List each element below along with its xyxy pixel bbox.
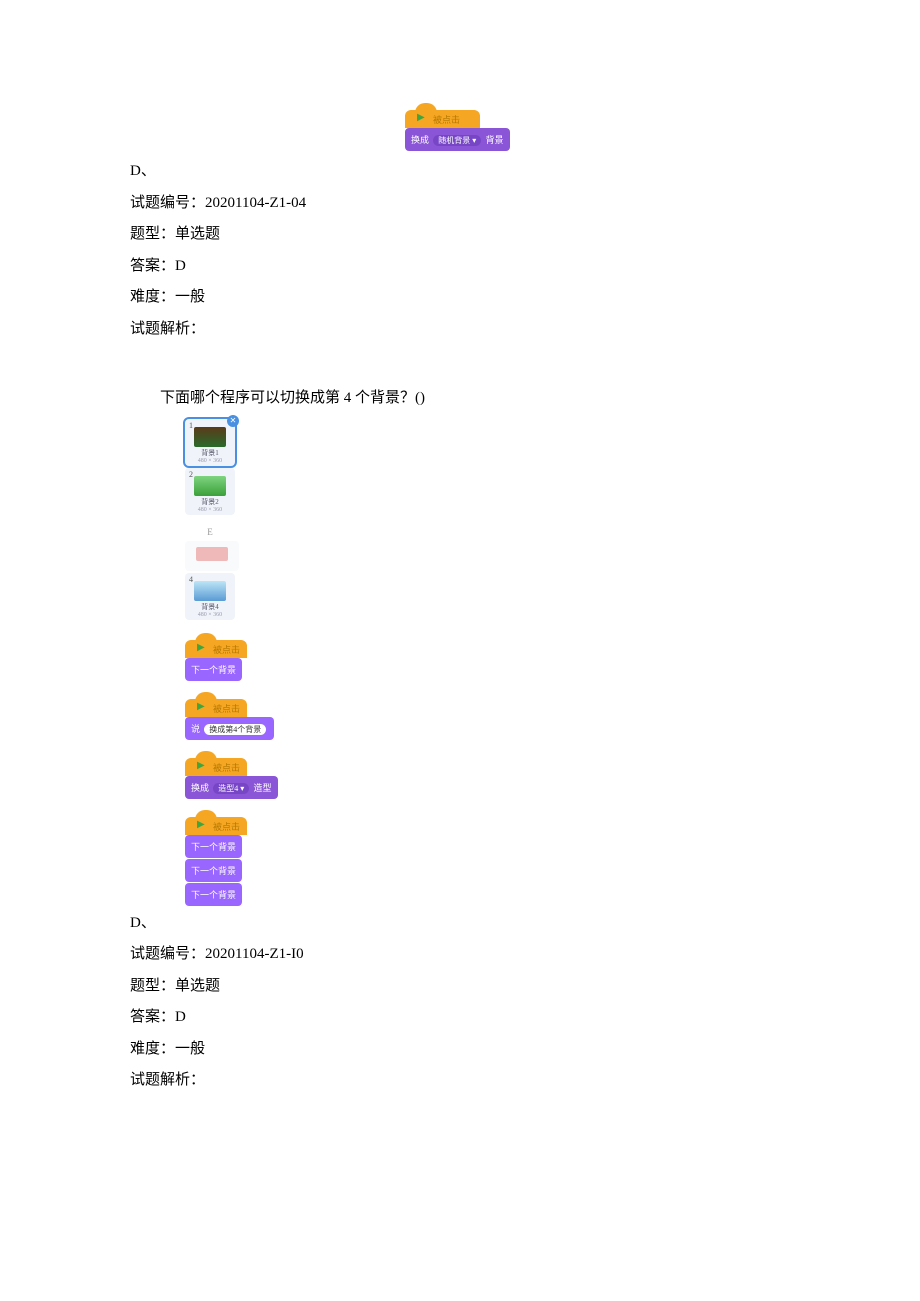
thumb-number: 2 — [189, 470, 193, 479]
green-flag-icon: ▶ — [417, 112, 425, 123]
scratch-looks-block: 换成 随机背景 ▾ 背景 — [405, 128, 510, 151]
q2-option-d-image: ▶ 被点击 下一个背景 下一个背景 下一个背景 — [185, 817, 790, 906]
value: 单选题 — [175, 226, 220, 242]
scratch-say-block: 说 换成第4个背景 — [185, 717, 274, 740]
q2-backdrop-list-image: 1 ✕ 背景1 480 × 360 2 背景2 480 × 360 — [185, 419, 790, 517]
q1-option-d-image: ▶ 被点击 换成 随机背景 ▾ 背景 — [405, 110, 790, 151]
thumb-label: 背景1 — [187, 448, 233, 458]
label: 试题解析： — [130, 321, 205, 337]
block-suffix: 造型 — [254, 783, 272, 793]
thumb-label: 背景4 — [187, 602, 233, 612]
q2-answer: 答案：D — [130, 1002, 790, 1034]
hat-text: 被点击 — [213, 643, 240, 656]
label: 题型： — [130, 978, 175, 994]
q1-answer: 答案：D — [130, 251, 790, 283]
label: 试题编号： — [130, 946, 205, 962]
backdrop-thumb-2: 2 背景2 480 × 360 — [185, 468, 235, 515]
backdrop-thumb-4: 4 背景4 480 × 360 — [185, 573, 235, 620]
label: 难度： — [130, 289, 175, 305]
q1-id: 试题编号：20201104-Z1-04 — [130, 188, 790, 220]
document-page: ▶ 被点击 换成 随机背景 ▾ 背景 D、 试题编号：20201104-Z1-0… — [0, 0, 920, 1157]
value: 单选题 — [175, 978, 220, 994]
q2-backdrop-list-image-2: E 4 背景4 480 × 360 — [185, 527, 790, 622]
q2-question-text: 下面哪个程序可以切换成第 4 个背景？() — [160, 383, 790, 415]
backdrop-thumb-1: 1 ✕ 背景1 480 × 360 — [185, 419, 235, 466]
scratch-hat-block: ▶ 被点击 — [185, 699, 247, 717]
q2-option-c-image: ▶ 被点击 换成 造型4 ▾ 造型 — [185, 758, 790, 799]
scratch-next-backdrop-block: 下一个背景 — [185, 859, 242, 882]
q1-option-d-label: D、 — [130, 156, 790, 188]
scratch-hat-block: ▶ 被点击 — [185, 817, 247, 835]
value: 20201104-Z1-04 — [205, 195, 306, 211]
hat-text: 被点击 — [213, 820, 240, 833]
block-suffix: 背景 — [486, 135, 504, 145]
hat-text: 被点击 — [213, 761, 240, 774]
thumb-size: 480 × 360 — [187, 612, 233, 618]
thumb-size: 480 × 360 — [187, 458, 233, 464]
block-prefix: 换成 — [191, 783, 209, 793]
block-dropdown: 随机背景 ▾ — [433, 135, 481, 146]
label: 试题编号： — [130, 195, 205, 211]
q1-difficulty: 难度：一般 — [130, 282, 790, 314]
q2-type: 题型：单选题 — [130, 971, 790, 1003]
block-input: 换成第4个背景 — [204, 724, 266, 735]
block-dropdown: 造型4 ▾ — [213, 783, 249, 794]
label: 答案： — [130, 1009, 175, 1025]
thumb-label: 背景2 — [187, 497, 233, 507]
block-prefix: 说 — [191, 724, 200, 734]
q2-id: 试题编号：20201104-Z1-I0 — [130, 939, 790, 971]
label: 题型： — [130, 226, 175, 242]
thumb-size: 480 × 360 — [187, 507, 233, 513]
q1-analysis: 试题解析： — [130, 314, 790, 346]
col-header: E — [185, 527, 235, 537]
green-flag-icon: ▶ — [197, 701, 205, 712]
thumb-number: 1 — [189, 421, 193, 430]
value: D — [175, 258, 186, 274]
value: D — [175, 1009, 186, 1025]
hat-text: 被点击 — [213, 702, 240, 715]
green-flag-icon: ▶ — [197, 760, 205, 771]
scratch-next-backdrop-block: 下一个背景 — [185, 835, 242, 858]
green-flag-icon: ▶ — [197, 819, 205, 830]
thumb-icon — [194, 427, 226, 447]
scratch-next-backdrop-block: 下一个背景 — [185, 658, 242, 681]
scratch-next-backdrop-block: 下一个背景 — [185, 883, 242, 906]
q2-option-a-image: ▶ 被点击 下一个背景 — [185, 640, 790, 681]
label: 试题解析： — [130, 1072, 205, 1088]
q2-option-d-label: D、 — [130, 908, 790, 940]
thumb-icon — [194, 581, 226, 601]
backdrop-thumb-faded — [185, 541, 239, 571]
label: 答案： — [130, 258, 175, 274]
thumb-icon — [194, 476, 226, 496]
hat-text: 被点击 — [433, 113, 460, 126]
scratch-switch-costume-block: 换成 造型4 ▾ 造型 — [185, 776, 278, 799]
value: 20201104-Z1-I0 — [205, 946, 304, 962]
block-prefix: 换成 — [411, 135, 429, 145]
green-flag-icon: ▶ — [197, 642, 205, 653]
thumb-icon — [196, 547, 228, 561]
delete-icon: ✕ — [227, 415, 239, 427]
label: 难度： — [130, 1041, 175, 1057]
value: 一般 — [175, 289, 205, 305]
q2-difficulty: 难度：一般 — [130, 1034, 790, 1066]
q2-option-b-image: ▶ 被点击 说 换成第4个背景 — [185, 699, 790, 740]
q2-analysis: 试题解析： — [130, 1065, 790, 1097]
q1-type: 题型：单选题 — [130, 219, 790, 251]
scratch-hat-block: ▶ 被点击 — [405, 110, 480, 128]
value: 一般 — [175, 1041, 205, 1057]
thumb-number: 4 — [189, 575, 193, 584]
scratch-hat-block: ▶ 被点击 — [185, 640, 247, 658]
scratch-hat-block: ▶ 被点击 — [185, 758, 247, 776]
